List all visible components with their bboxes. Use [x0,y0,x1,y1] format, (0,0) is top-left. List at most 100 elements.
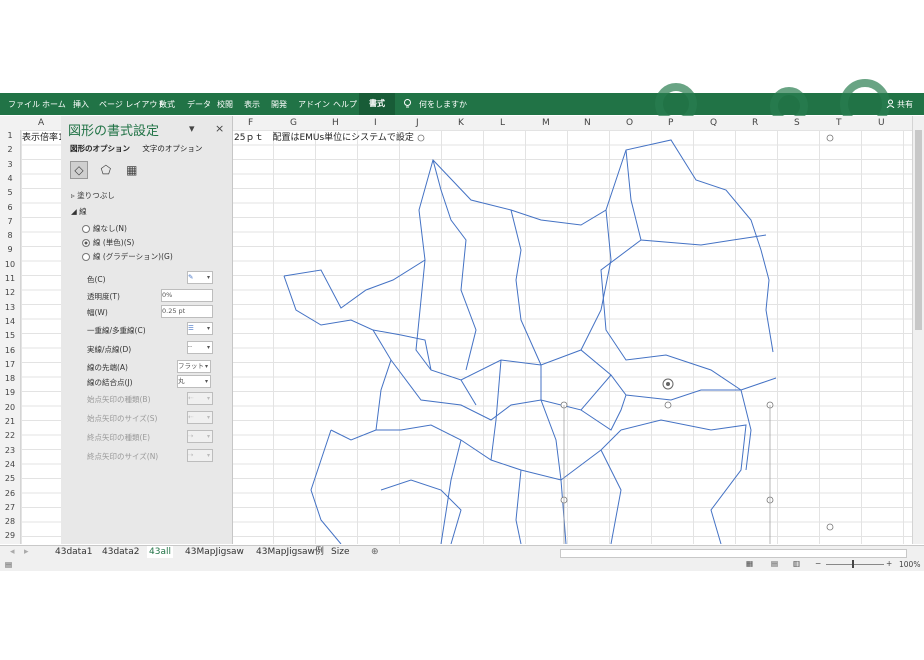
tab-formulas[interactable]: 数式 [159,99,175,110]
pane-options-dropdown[interactable]: ▾ [189,122,195,135]
row-header-29[interactable]: 29 [2,531,18,540]
compound-dropdown[interactable]: ☰ ▾ [187,322,213,335]
column-header-i[interactable]: I [374,118,377,128]
dash-dropdown[interactable]: ┄ ▾ [187,341,213,354]
join-dropdown[interactable]: 丸 ▾ [177,375,211,388]
row-header-3[interactable]: 3 [2,160,18,169]
tab-shape-options[interactable]: 図形のオプション [70,144,130,153]
column-header-r[interactable]: R [752,118,758,128]
tab-developer[interactable]: 開発 [271,99,287,110]
column-header-k[interactable]: K [458,118,464,128]
column-header-t[interactable]: T [836,118,842,128]
column-header-l[interactable]: L [500,118,505,128]
width-input[interactable]: 0.25 pt [161,305,213,318]
tab-format[interactable]: 書式 [359,93,395,115]
begin-arrow-size-label: 始点矢印のサイズ(S) [87,414,158,423]
row-header-22[interactable]: 22 [2,431,18,440]
row-header-8[interactable]: 8 [2,231,18,240]
tell-me-search[interactable]: 何をしますか [419,99,467,110]
horizontal-scrollbar[interactable] [560,549,907,558]
begin-arrow-type-dropdown[interactable]: ⇠ ▾ [187,392,213,405]
tab-home[interactable]: ホーム [42,99,66,110]
row-header-26[interactable]: 26 [2,489,18,498]
transparency-input[interactable]: 0% [161,289,213,302]
row-header-6[interactable]: 6 [2,203,18,212]
zoom-level[interactable]: 100% [899,560,920,569]
row-header-5[interactable]: 5 [2,188,18,197]
tab-insert[interactable]: 挿入 [73,99,89,110]
column-header-m[interactable]: M [542,118,550,128]
row-header-28[interactable]: 28 [2,517,18,526]
share-button[interactable]: 共有 [897,99,913,110]
column-header-o[interactable]: O [626,118,633,128]
row-header-19[interactable]: 19 [2,388,18,397]
normal-view-icon[interactable]: ▦ [746,559,753,568]
tab-addins[interactable]: アドイン [298,99,330,110]
column-header-g[interactable]: G [290,118,297,128]
tab-data[interactable]: データ [187,99,211,110]
tab-help[interactable]: ヘルプ [333,99,357,110]
vertical-scrollbar-thumb[interactable] [915,130,922,330]
row-header-10[interactable]: 10 [2,260,18,269]
status-bar: ▤ ▦ ▤ ▥ − + 100% [0,558,924,571]
rotate-handle-icon[interactable] [662,378,674,390]
row-header-7[interactable]: 7 [2,217,18,226]
radio-gradient-line-label: 線 (グラデーション)(G) [93,252,173,261]
column-header-a[interactable]: A [38,118,44,128]
radio-solid-line[interactable]: 線 (単色)(S) [82,237,134,248]
row-header-2[interactable]: 2 [2,145,18,154]
size-properties-icon[interactable]: ▦ [124,162,140,178]
page-break-view-icon[interactable]: ▥ [793,559,800,568]
tab-text-options[interactable]: 文字のオプション [142,144,202,153]
cap-dropdown[interactable]: フラット ▾ [177,360,211,373]
radio-gradient-line[interactable]: 線 (グラデーション)(G) [82,251,173,262]
column-header-f[interactable]: F [248,118,253,128]
row-header-23[interactable]: 23 [2,446,18,455]
vertical-scrollbar[interactable] [912,116,924,544]
row-header-20[interactable]: 20 [2,403,18,412]
column-header-p[interactable]: P [668,118,673,128]
row-header-14[interactable]: 14 [2,317,18,326]
row-header-25[interactable]: 25 [2,474,18,483]
column-header-q[interactable]: Q [710,118,717,128]
column-header-s[interactable]: S [794,118,800,128]
page-layout-view-icon[interactable]: ▤ [771,559,778,568]
effects-icon[interactable]: ⬠ [98,162,114,178]
macro-record-icon[interactable]: ▤ [5,560,12,569]
row-header-9[interactable]: 9 [2,245,18,254]
zoom-out-icon[interactable]: − [815,559,821,568]
radio-no-line[interactable]: 線なし(N) [82,223,127,234]
row-header-18[interactable]: 18 [2,374,18,383]
column-header-n[interactable]: N [584,118,591,128]
fill-line-icon[interactable]: ◇ [70,161,88,179]
row-header-16[interactable]: 16 [2,346,18,355]
column-header-u[interactable]: U [878,118,885,128]
row-header-15[interactable]: 15 [2,331,18,340]
section-fill[interactable]: ▹ 塗りつぶし [71,190,115,201]
row-header-24[interactable]: 24 [2,460,18,469]
row-header-13[interactable]: 13 [2,303,18,312]
width-label: 幅(W) [87,308,108,317]
zoom-in-icon[interactable]: + [886,559,892,568]
column-header-j[interactable]: J [416,118,419,128]
end-arrow-size-dropdown[interactable]: ⇢ ▾ [187,449,213,462]
row-header-1[interactable]: 1 [2,131,18,140]
end-arrow-type-dropdown[interactable]: ⇢ ▾ [187,430,213,443]
tab-review[interactable]: 校閲 [217,99,233,110]
row-header-11[interactable]: 11 [2,274,18,283]
zoom-slider-thumb[interactable] [852,560,854,568]
row-header-21[interactable]: 21 [2,417,18,426]
color-picker[interactable]: ✎ ▾ [187,271,213,284]
zoom-slider[interactable] [826,564,884,565]
tab-file[interactable]: ファイル [8,99,40,110]
row-header-12[interactable]: 12 [2,288,18,297]
row-header-17[interactable]: 17 [2,360,18,369]
section-line[interactable]: ◢ 線 [71,206,87,217]
column-header-h[interactable]: H [332,118,339,128]
begin-arrow-size-dropdown[interactable]: ⇠ ▾ [187,411,213,424]
close-button[interactable]: × [215,122,224,135]
tab-view[interactable]: 表示 [244,99,260,110]
row-header-4[interactable]: 4 [2,174,18,183]
row-header-27[interactable]: 27 [2,503,18,512]
tab-page-layout[interactable]: ページ レイアウト [99,99,165,110]
